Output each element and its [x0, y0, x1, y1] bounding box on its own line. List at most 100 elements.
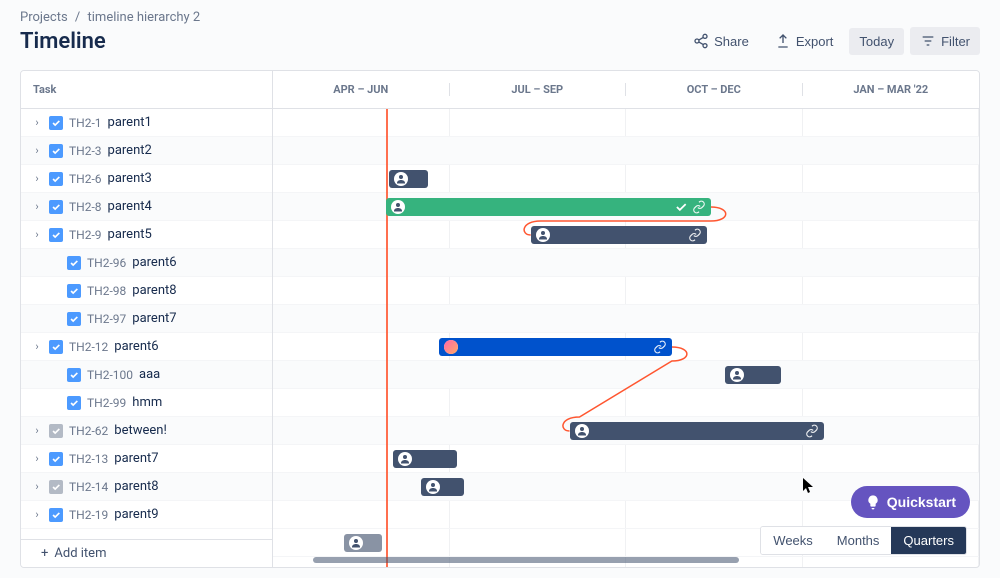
- task-type-icon[interactable]: [49, 144, 63, 158]
- chevron-right-icon[interactable]: ›: [31, 480, 43, 493]
- link-icon[interactable]: [653, 340, 667, 354]
- share-button[interactable]: Share: [683, 27, 759, 55]
- lightbulb-icon: [865, 494, 881, 510]
- task-key[interactable]: TH2-99: [87, 396, 126, 410]
- task-type-icon[interactable]: [49, 480, 63, 494]
- export-button[interactable]: Export: [765, 27, 844, 55]
- task-type-icon[interactable]: [49, 508, 63, 522]
- task-key[interactable]: TH2-3: [69, 144, 102, 158]
- task-row[interactable]: › TH2-62 between!: [21, 417, 272, 445]
- task-row[interactable]: › TH2-1 parent1: [21, 109, 272, 137]
- chevron-right-icon[interactable]: ›: [31, 452, 43, 465]
- chevron-right-icon[interactable]: ›: [31, 172, 43, 185]
- task-key[interactable]: TH2-96: [87, 256, 126, 270]
- task-summary[interactable]: aaa: [139, 367, 160, 382]
- link-icon[interactable]: [692, 200, 706, 214]
- chevron-right-icon[interactable]: ›: [31, 116, 43, 129]
- gantt-bar[interactable]: [421, 478, 463, 496]
- task-summary[interactable]: parent1: [108, 115, 152, 130]
- task-row[interactable]: › TH2-14 parent8: [21, 473, 272, 501]
- task-row[interactable]: › TH2-3 parent2: [21, 137, 272, 165]
- task-summary[interactable]: parent3: [108, 171, 152, 186]
- breadcrumb-project[interactable]: timeline hierarchy 2: [88, 10, 201, 25]
- breadcrumb-root[interactable]: Projects: [20, 10, 68, 25]
- task-type-icon[interactable]: [67, 396, 81, 410]
- horizontal-scrollbar[interactable]: [313, 557, 739, 563]
- task-row[interactable]: TH2-97 parent7: [21, 305, 272, 333]
- task-row[interactable]: › TH2-6 parent3: [21, 165, 272, 193]
- task-key[interactable]: TH2-100: [87, 368, 133, 382]
- filter-button[interactable]: Filter: [910, 27, 980, 55]
- task-row[interactable]: › TH2-9 parent5: [21, 221, 272, 249]
- task-key[interactable]: TH2-12: [69, 340, 108, 354]
- chevron-right-icon[interactable]: ›: [31, 424, 43, 437]
- task-key[interactable]: TH2-9: [69, 228, 102, 242]
- chevron-right-icon[interactable]: ›: [31, 144, 43, 157]
- task-type-icon[interactable]: [67, 256, 81, 270]
- task-summary[interactable]: parent7: [114, 451, 158, 466]
- link-icon[interactable]: [688, 228, 702, 242]
- task-type-icon[interactable]: [49, 424, 63, 438]
- avatar-icon: [394, 172, 408, 186]
- task-summary[interactable]: parent5: [108, 227, 152, 242]
- task-summary[interactable]: parent4: [108, 199, 152, 214]
- task-key[interactable]: TH2-13: [69, 452, 108, 466]
- gantt-bar[interactable]: [389, 170, 428, 188]
- task-type-icon[interactable]: [67, 284, 81, 298]
- today-button[interactable]: Today: [849, 28, 904, 55]
- gantt-bar[interactable]: [725, 366, 781, 384]
- task-summary[interactable]: parent9: [114, 507, 158, 522]
- gantt-bar[interactable]: [531, 226, 708, 244]
- chevron-right-icon[interactable]: ›: [31, 508, 43, 521]
- task-summary[interactable]: between!: [114, 423, 167, 438]
- task-row[interactable]: › TH2-8 parent4: [21, 193, 272, 221]
- task-summary[interactable]: parent7: [132, 311, 176, 326]
- task-type-icon[interactable]: [49, 116, 63, 130]
- task-key[interactable]: TH2-1: [69, 116, 102, 130]
- task-row[interactable]: › TH2-19 parent9: [21, 501, 272, 529]
- task-summary[interactable]: parent6: [114, 339, 158, 354]
- gantt-bar[interactable]: [393, 450, 457, 468]
- task-row[interactable]: TH2-99 hmm: [21, 389, 272, 417]
- task-summary[interactable]: parent8: [132, 283, 176, 298]
- task-key[interactable]: TH2-6: [69, 172, 102, 186]
- task-key[interactable]: TH2-14: [69, 480, 108, 494]
- gantt-bar[interactable]: [439, 338, 672, 356]
- gantt-bar-pending[interactable]: [344, 534, 383, 552]
- quickstart-button[interactable]: Quickstart: [851, 486, 970, 518]
- task-key[interactable]: TH2-62: [69, 424, 108, 438]
- task-type-icon[interactable]: [67, 368, 81, 382]
- gantt-bar[interactable]: [570, 422, 824, 440]
- task-row[interactable]: TH2-96 parent6: [21, 249, 272, 277]
- task-key[interactable]: TH2-8: [69, 200, 102, 214]
- task-summary[interactable]: parent6: [132, 255, 176, 270]
- task-summary[interactable]: parent2: [108, 143, 152, 158]
- task-key[interactable]: TH2-97: [87, 312, 126, 326]
- add-item-button[interactable]: + Add item: [21, 539, 272, 567]
- task-summary[interactable]: hmm: [132, 395, 162, 410]
- task-type-icon[interactable]: [49, 452, 63, 466]
- chevron-right-icon[interactable]: ›: [31, 228, 43, 241]
- chevron-right-icon[interactable]: ›: [31, 200, 43, 213]
- task-row[interactable]: › TH2-13 parent7: [21, 445, 272, 473]
- scale-option-quarters[interactable]: Quarters: [891, 527, 966, 554]
- task-summary[interactable]: parent8: [114, 479, 158, 494]
- task-type-icon[interactable]: [49, 228, 63, 242]
- task-key[interactable]: TH2-19: [69, 508, 108, 522]
- task-key[interactable]: TH2-98: [87, 284, 126, 298]
- link-icon[interactable]: [805, 424, 819, 438]
- task-row[interactable]: TH2-98 parent8: [21, 277, 272, 305]
- task-type-icon[interactable]: [67, 312, 81, 326]
- chevron-right-icon[interactable]: ›: [31, 340, 43, 353]
- task-type-icon[interactable]: [49, 172, 63, 186]
- avatar-icon: [398, 452, 412, 466]
- gantt-bar[interactable]: [386, 198, 711, 216]
- task-row[interactable]: › TH2-12 parent6: [21, 333, 272, 361]
- export-icon: [775, 33, 791, 49]
- task-row[interactable]: TH2-100 aaa: [21, 361, 272, 389]
- scale-option-months[interactable]: Months: [825, 527, 892, 554]
- task-type-icon[interactable]: [49, 200, 63, 214]
- task-type-icon[interactable]: [49, 340, 63, 354]
- avatar-icon: [426, 480, 440, 494]
- scale-option-weeks[interactable]: Weeks: [761, 527, 825, 554]
